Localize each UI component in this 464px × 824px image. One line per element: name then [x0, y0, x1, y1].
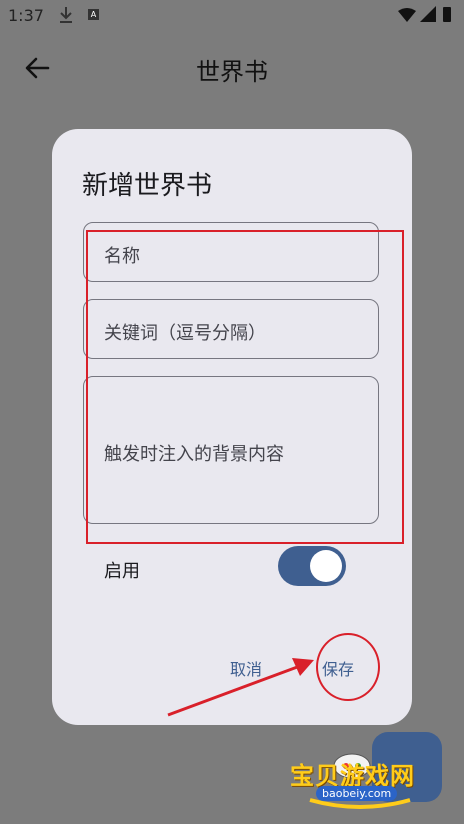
- status-bar: 1:37 A: [0, 0, 464, 32]
- app-bar: 世界书: [0, 32, 464, 104]
- enable-toggle[interactable]: [278, 546, 346, 586]
- battery-icon: [443, 7, 451, 22]
- content-placeholder: 触发时注入的背景内容: [104, 444, 284, 465]
- annotation-circle: [316, 633, 380, 701]
- cancel-button[interactable]: 取消: [230, 656, 262, 680]
- dialog-title: 新增世界书: [82, 171, 213, 201]
- keywords-field[interactable]: 关键词（逗号分隔）: [83, 299, 379, 359]
- toggle-knob: [310, 550, 342, 582]
- page-title: 世界书: [196, 58, 268, 86]
- a-icon: A: [88, 9, 99, 20]
- status-time: 1:37: [8, 6, 44, 25]
- wifi-icon: [398, 8, 416, 22]
- download-icon: [60, 7, 72, 23]
- name-field[interactable]: 名称: [83, 222, 379, 282]
- name-placeholder: 名称: [104, 246, 140, 267]
- enable-label: 启用: [104, 561, 140, 582]
- watermark-url: baobeiy.com: [316, 786, 398, 801]
- signal-icon: [420, 6, 436, 22]
- keywords-placeholder: 关键词（逗号分隔）: [104, 323, 266, 344]
- content-field[interactable]: 触发时注入的背景内容: [83, 376, 379, 524]
